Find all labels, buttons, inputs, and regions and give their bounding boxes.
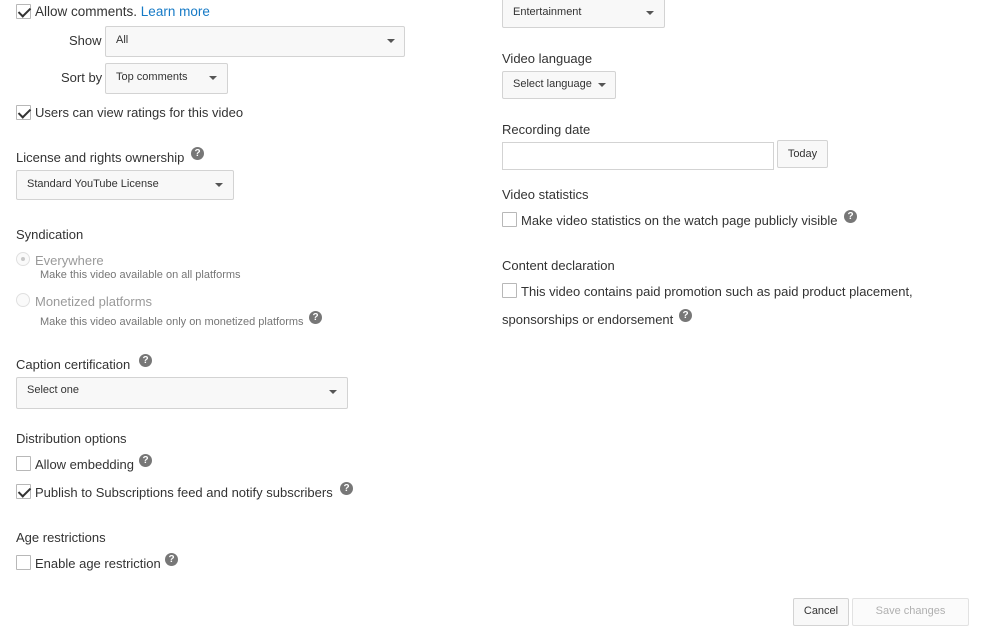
monetized-description: Make this video available only on moneti… <box>40 316 304 328</box>
publish-subscriptions-checkbox[interactable] <box>16 484 32 499</box>
view-ratings-label: Users can view ratings for this video <box>35 105 244 120</box>
show-comments-dropdown[interactable]: All <box>105 26 405 57</box>
sort-by-value: Top comments <box>116 71 188 83</box>
allow-comments-text: Allow comments. <box>35 4 138 19</box>
help-icon[interactable]: ? <box>844 210 857 223</box>
video-statistics-checkbox[interactable] <box>502 212 517 227</box>
help-icon[interactable]: ? <box>139 354 152 367</box>
caret-down-icon <box>598 83 606 87</box>
help-icon[interactable]: ? <box>139 454 152 467</box>
paid-promotion-checkbox[interactable] <box>502 283 517 298</box>
license-heading: License and rights ownership <box>16 150 185 165</box>
video-statistics-label: Make video statistics on the watch page … <box>521 213 838 228</box>
caret-down-icon <box>329 390 337 394</box>
paid-promotion-label-line2: sponsorships or endorsement <box>502 312 674 327</box>
allow-embedding-label: Allow embedding <box>35 457 135 472</box>
license-value: Standard YouTube License <box>27 178 159 190</box>
paid-promotion-label-line1: This video contains paid promotion such … <box>521 284 913 299</box>
caret-down-icon <box>646 11 654 15</box>
age-restriction-label: Enable age restriction <box>35 556 161 571</box>
view-ratings-checkbox[interactable] <box>16 105 32 120</box>
help-icon[interactable]: ? <box>679 309 692 322</box>
recording-date-heading: Recording date <box>502 122 591 137</box>
help-icon[interactable]: ? <box>340 482 353 495</box>
publish-subscriptions-label: Publish to Subscriptions feed and notify… <box>35 485 333 500</box>
category-dropdown[interactable]: Entertainment <box>502 0 665 28</box>
cancel-button[interactable]: Cancel <box>793 598 849 626</box>
video-language-heading: Video language <box>502 51 593 66</box>
allow-embedding-checkbox[interactable] <box>16 456 31 471</box>
caret-down-icon <box>215 183 223 187</box>
sort-by-dropdown[interactable]: Top comments <box>105 63 228 94</box>
sort-by-label: Sort by <box>61 70 103 85</box>
caret-down-icon <box>387 39 395 43</box>
checkmark-icon <box>17 4 32 18</box>
age-restriction-checkbox[interactable] <box>16 555 31 570</box>
allow-comments-label: Allow comments. Learn more <box>35 4 210 19</box>
category-value: Entertainment <box>513 6 582 18</box>
video-language-dropdown[interactable]: Select language <box>502 71 616 99</box>
distribution-heading: Distribution options <box>16 431 127 446</box>
show-comments-value: All <box>116 34 129 46</box>
video-statistics-heading: Video statistics <box>502 187 589 202</box>
recording-date-input[interactable] <box>502 142 774 170</box>
allow-comments-checkbox[interactable] <box>16 4 32 19</box>
help-icon[interactable]: ? <box>165 553 178 566</box>
radio-selected-dot <box>21 257 25 261</box>
checkmark-icon <box>17 105 32 119</box>
caption-value: Select one <box>27 384 79 396</box>
today-button[interactable]: Today <box>777 140 828 168</box>
age-heading: Age restrictions <box>16 530 106 545</box>
syndication-heading: Syndication <box>16 227 84 242</box>
help-icon[interactable]: ? <box>309 311 322 324</box>
everywhere-label: Everywhere <box>35 253 104 268</box>
caption-dropdown[interactable]: Select one <box>16 377 348 409</box>
everywhere-radio[interactable] <box>16 252 30 266</box>
video-language-value: Select language <box>513 78 592 90</box>
license-dropdown[interactable]: Standard YouTube License <box>16 170 234 200</box>
monetized-radio[interactable] <box>16 293 30 307</box>
save-changes-button[interactable]: Save changes <box>852 598 969 626</box>
everywhere-description: Make this video available on all platfor… <box>40 269 241 281</box>
learn-more-link[interactable]: Learn more <box>141 4 210 19</box>
caption-heading: Caption certification <box>16 357 131 372</box>
show-label: Show <box>69 33 102 48</box>
caret-down-icon <box>209 76 217 80</box>
monetized-label: Monetized platforms <box>35 294 153 309</box>
checkmark-icon <box>17 484 32 498</box>
content-declaration-heading: Content declaration <box>502 258 615 273</box>
help-icon[interactable]: ? <box>191 147 204 160</box>
